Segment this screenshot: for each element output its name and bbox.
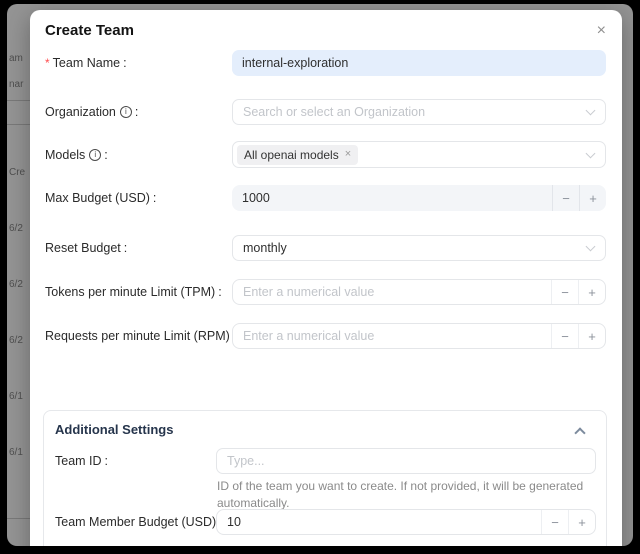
decrement-button[interactable]: −: [551, 324, 578, 348]
reset-budget-label: Reset Budget :: [45, 235, 127, 261]
models-label: Models i :: [45, 141, 108, 168]
label-colon: :: [104, 148, 107, 162]
member-budget-label-text: Team Member Budget (USD): [55, 515, 216, 529]
modal-title: Create Team: [45, 22, 134, 39]
tpm-stepper: − +: [232, 279, 606, 305]
team-id-label: Team ID :: [55, 448, 108, 474]
field-row-team-name: * Team Name :: [30, 50, 622, 76]
selected-model-tag: All openai models ×: [237, 145, 358, 165]
rpm-label-text: Requests per minute Limit (RPM): [45, 329, 230, 343]
increment-button[interactable]: +: [578, 324, 605, 348]
rpm-input[interactable]: [233, 324, 551, 348]
max-budget-input[interactable]: [232, 185, 552, 211]
tag-close-icon[interactable]: ×: [345, 149, 351, 160]
backdrop-text-fragment: 6/1: [9, 391, 23, 402]
backdrop-text-fragment: Cre: [9, 167, 25, 178]
team-name-label: * Team Name :: [45, 50, 127, 76]
backdrop-divider: [7, 124, 30, 125]
backdrop-divider: [7, 100, 30, 101]
backdrop-text-fragment: am: [9, 53, 23, 64]
team-id-help-text: ID of the team you want to create. If no…: [217, 478, 597, 513]
required-asterisk: *: [45, 56, 50, 70]
backdrop-text-fragment: 6/2: [9, 279, 23, 290]
field-row-tpm: Tokens per minute Limit (TPM) : − +: [30, 279, 622, 305]
label-colon: :: [123, 56, 126, 70]
decrement-button[interactable]: −: [551, 280, 578, 304]
tpm-input[interactable]: [233, 280, 551, 304]
rpm-stepper: − +: [232, 323, 606, 349]
member-budget-stepper: − +: [216, 509, 596, 535]
team-id-input[interactable]: [216, 448, 596, 474]
increment-button[interactable]: +: [568, 510, 595, 534]
increment-button[interactable]: +: [578, 280, 605, 304]
field-row-organization: Organization i : Search or select an Org…: [30, 99, 622, 125]
organization-label-text: Organization: [45, 105, 116, 119]
field-row-reset-budget: Reset Budget : monthly: [30, 235, 622, 261]
models-select[interactable]: All openai models ×: [232, 141, 606, 168]
organization-placeholder: Search or select an Organization: [243, 105, 425, 119]
close-icon[interactable]: ×: [597, 23, 606, 39]
reset-budget-label-text: Reset Budget: [45, 241, 121, 255]
field-row-max-budget: Max Budget (USD) : − +: [30, 185, 622, 211]
field-row-models: Models i : All openai models ×: [30, 141, 622, 168]
additional-settings-section: Additional Settings Team ID : ID of the …: [43, 410, 607, 546]
rpm-label: Requests per minute Limit (RPM) :: [45, 323, 236, 349]
label-colon: :: [124, 241, 127, 255]
info-icon: i: [120, 106, 132, 118]
create-team-modal: Create Team × * Team Name : Organization…: [30, 10, 622, 546]
member-budget-input[interactable]: [217, 510, 541, 534]
reset-budget-select[interactable]: monthly: [232, 235, 606, 261]
selected-model-tag-text: All openai models: [244, 148, 339, 162]
team-id-label-text: Team ID: [55, 454, 102, 468]
team-name-input[interactable]: [232, 50, 606, 76]
info-icon: i: [89, 149, 101, 161]
chevron-down-icon: [586, 148, 596, 158]
label-colon: :: [135, 105, 138, 119]
organization-label: Organization i :: [45, 99, 138, 125]
team-name-label-text: Team Name: [53, 56, 120, 70]
label-colon: :: [105, 454, 108, 468]
reset-budget-value: monthly: [243, 241, 287, 255]
backdrop-divider: [7, 518, 30, 519]
max-budget-label-text: Max Budget (USD): [45, 191, 150, 205]
label-colon: :: [153, 191, 156, 205]
additional-settings-title: Additional Settings: [55, 422, 173, 437]
max-budget-label: Max Budget (USD) :: [45, 185, 156, 211]
collapse-chevron-up-icon[interactable]: [574, 427, 585, 438]
backdrop-text-fragment: nar: [9, 79, 23, 90]
decrement-button[interactable]: −: [552, 185, 579, 211]
label-colon: :: [218, 285, 221, 299]
dimmed-page-backdrop: am nar Cre 6/2 6/2 6/2 6/1 6/1 Create Te…: [7, 4, 633, 546]
backdrop-text-fragment: 6/2: [9, 335, 23, 346]
organization-select[interactable]: Search or select an Organization: [232, 99, 606, 125]
chevron-down-icon: [586, 106, 596, 116]
models-label-text: Models: [45, 148, 85, 162]
backdrop-text-fragment: 6/1: [9, 447, 23, 458]
backdrop-text-fragment: 6/2: [9, 223, 23, 234]
field-row-rpm: Requests per minute Limit (RPM) : − +: [30, 323, 622, 349]
decrement-button[interactable]: −: [541, 510, 568, 534]
tpm-label: Tokens per minute Limit (TPM) :: [45, 279, 222, 305]
chevron-down-icon: [586, 242, 596, 252]
tpm-label-text: Tokens per minute Limit (TPM): [45, 285, 215, 299]
member-budget-label: Team Member Budget (USD) ? :: [55, 509, 239, 535]
increment-button[interactable]: +: [579, 185, 606, 211]
max-budget-stepper: − +: [232, 185, 606, 211]
